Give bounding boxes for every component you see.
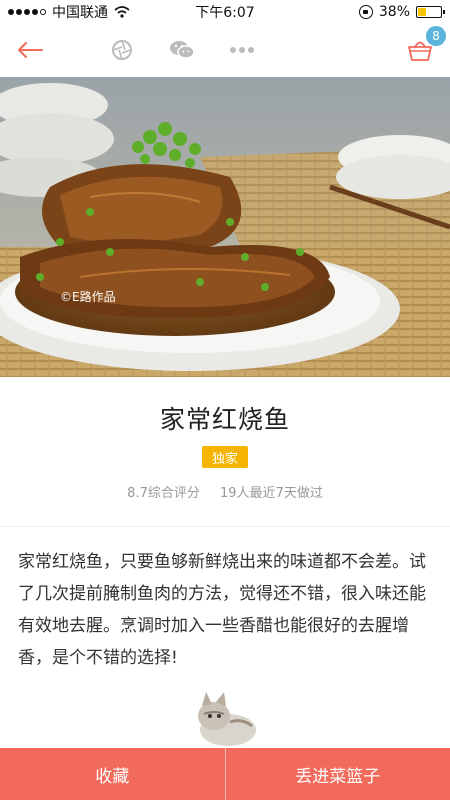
bottom-action-bar: 收藏 丢进菜篮子: [0, 748, 450, 800]
battery-percent: 38%: [378, 4, 410, 20]
cat-avatar-icon: [198, 692, 256, 746]
favorite-button[interactable]: 收藏: [0, 748, 225, 800]
add-to-basket-button[interactable]: 丢进菜篮子: [225, 748, 450, 800]
rating-text: 8.7综合评分: [127, 486, 200, 501]
wifi-icon: [114, 6, 130, 18]
cooked-count-text: 19人最近7天做过: [220, 486, 323, 501]
nav-bar: 8: [0, 24, 450, 76]
exclusive-tag: 独家: [202, 446, 248, 468]
hero-watermark: ©E路作品: [60, 289, 116, 304]
back-arrow-icon[interactable]: [12, 32, 48, 68]
wechat-icon[interactable]: [164, 32, 200, 68]
rotation-lock-icon: [358, 5, 373, 19]
basket-count-badge: 8: [426, 26, 446, 46]
recipe-title: 家常红烧鱼: [159, 405, 290, 434]
recipe-stats: 8.7综合评分 19人最近7天做过: [0, 482, 450, 501]
status-bar: 中国联通 下午6:07 38%: [0, 0, 450, 24]
recipe-hero-image: ©E路作品: [0, 77, 450, 377]
recipe-description: 家常红烧鱼，只要鱼够新鲜烧出来的味道都不会差。试了几次提前腌制鱼肉的方法，觉得还…: [18, 552, 426, 668]
shutter-icon[interactable]: [104, 32, 140, 68]
section-divider: [0, 526, 450, 527]
battery-icon: [416, 6, 445, 18]
carrier-name: 中国联通: [52, 5, 108, 21]
more-dots-icon[interactable]: [224, 32, 260, 68]
basket-button[interactable]: 8: [402, 26, 446, 68]
signal-strength-icon: [8, 9, 46, 15]
